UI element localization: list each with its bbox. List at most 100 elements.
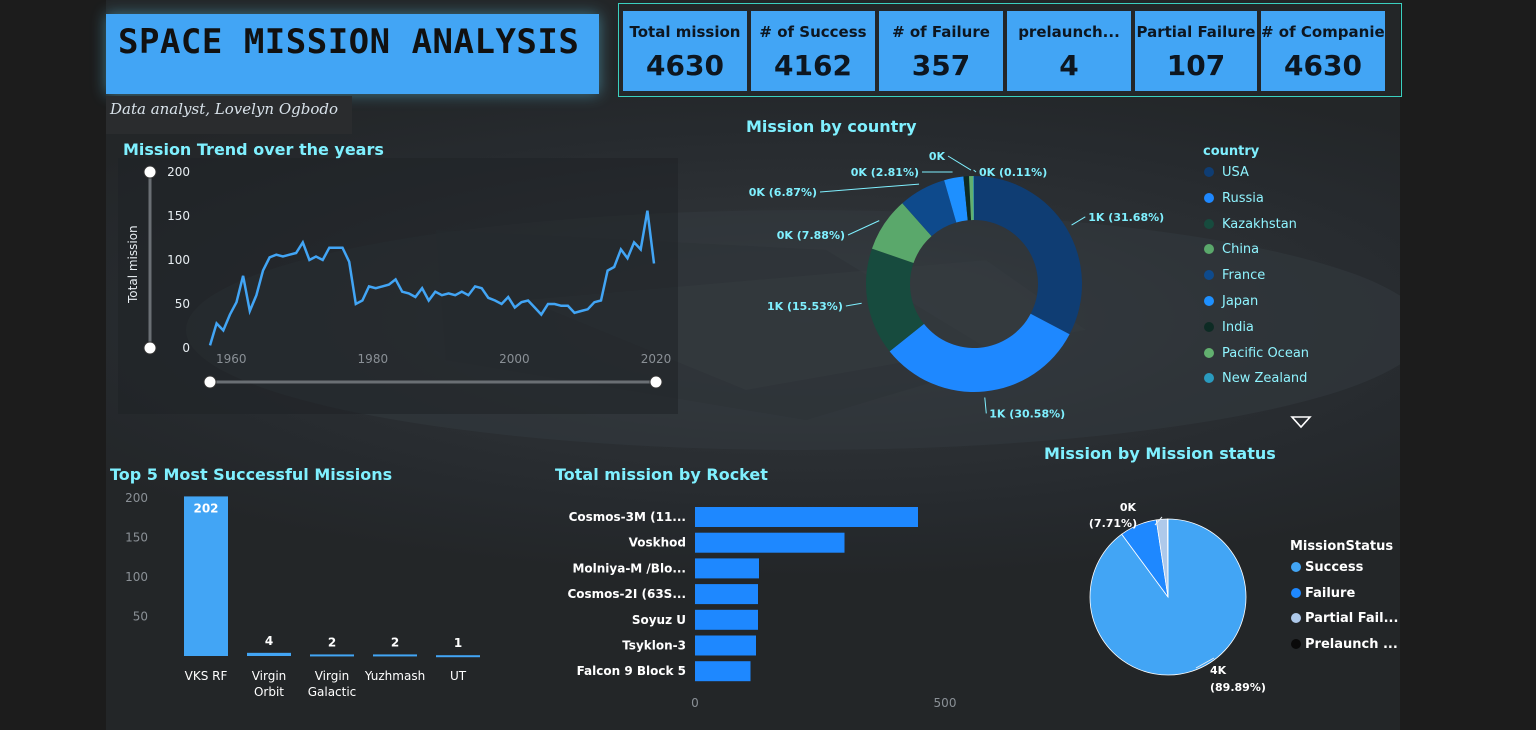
line-chart-title: Mission Trend over the years (123, 140, 384, 159)
y-tick-label: 50 (133, 610, 148, 624)
rocket-category-label: Cosmos-3M (11... (569, 510, 686, 524)
donut-data-label: 0K (6.87%) (749, 186, 817, 199)
top5-category-label: VKS RF (185, 669, 228, 683)
y-slider-max-handle[interactable] (143, 165, 157, 179)
top5-bar[interactable] (436, 655, 480, 658)
donut-leader-line (845, 302, 862, 307)
top5-bar[interactable] (373, 654, 417, 657)
rocket-x-ticks: 0 500 (691, 696, 956, 710)
y-slider-min-handle[interactable] (143, 341, 157, 355)
pie-data-label: 0K (1120, 501, 1137, 514)
rocket-bar[interactable] (695, 635, 756, 656)
kpi-label: # of Failure (892, 23, 990, 41)
x-tick-label: 1960 (216, 352, 247, 366)
kpi-prelaunch: prelaunch... 4 (1007, 11, 1131, 91)
country-chart-title: Mission by country (746, 117, 917, 136)
right-margin (1400, 0, 1536, 730)
kpi-total-mission: Total mission 4630 (623, 11, 747, 91)
rocket-category-label: Cosmos-2I (63S... (567, 587, 686, 601)
country-legend-item[interactable]: India (1204, 320, 1254, 335)
status-legend-item[interactable]: Success (1291, 560, 1363, 575)
top5-bar[interactable] (310, 654, 354, 657)
rocket-bar[interactable] (695, 609, 758, 630)
status-legend-item[interactable]: Partial Fail... (1291, 611, 1398, 626)
kpi-value: 4162 (774, 49, 852, 82)
legend-swatch (1204, 167, 1214, 177)
line-y-axis-label: Total mission (126, 225, 140, 304)
status-legend-item[interactable]: Prelaunch ... (1291, 637, 1398, 652)
legend-label: Pacific Ocean (1222, 345, 1310, 361)
rocket-category-label: Falcon 9 Block 5 (577, 664, 686, 678)
x-tick-label: 500 (934, 696, 957, 710)
left-margin (0, 0, 106, 730)
legend-swatch (1204, 244, 1214, 255)
country-legend-item[interactable]: Kazakhstan (1204, 217, 1297, 232)
legend-label: France (1222, 268, 1266, 284)
legend-label: Partial Fail... (1305, 611, 1399, 627)
mission-status-pie: 4K (89.89%) 0K (7.71%) (1089, 501, 1266, 694)
top5-bar[interactable] (184, 496, 228, 656)
country-legend-item[interactable]: Pacific Ocean (1204, 346, 1309, 361)
legend-swatch (1204, 296, 1214, 306)
top5-category-label: Yuzhmash (364, 669, 425, 683)
rocket-bar[interactable] (695, 532, 845, 553)
donut-data-label: 1K (30.58%) (989, 407, 1065, 420)
rocket-chart-title: Total mission by Rocket (555, 465, 768, 484)
y-tick-label: 50 (175, 297, 190, 311)
kpi-value: 4630 (646, 49, 724, 82)
kpi-label: Total mission (629, 23, 741, 41)
rocket-bar[interactable] (695, 661, 751, 682)
pie-data-label: (7.71%) (1089, 517, 1137, 530)
legend-swatch (1204, 373, 1214, 384)
mission-trend-chart: Total mission 0 50 100 150 200 1960 1980 2000 2… (118, 158, 678, 414)
donut-data-label: 0K (929, 150, 946, 163)
rocket-category-label: Voskhod (629, 536, 686, 550)
legend-label: Success (1305, 560, 1364, 575)
x-slider-max-handle[interactable] (649, 375, 663, 389)
pie-slices (1089, 518, 1247, 676)
top5-bar-value: 202 (193, 501, 218, 515)
legend-swatch (1291, 613, 1301, 624)
rocket-bar[interactable] (695, 507, 918, 527)
country-legend-item[interactable]: USA (1204, 165, 1249, 180)
country-donut-chart: 1K (31.68%) 1K (30.58%) 1K (15.53%) 0K (7.8… (749, 150, 1164, 420)
top5-bar-value: 2 (328, 635, 336, 649)
top5-chart-title: Top 5 Most Successful Missions (110, 465, 393, 484)
author-credit: Data analyst, Lovelyn Ogbodo (110, 100, 338, 118)
country-legend-item[interactable]: New Zealand (1204, 371, 1307, 386)
x-slider-min-handle[interactable] (203, 375, 217, 389)
dashboard-title: SPACE MISSION ANALYSIS (118, 22, 580, 62)
legend-swatch (1204, 321, 1214, 332)
donut-leader-line (819, 183, 920, 193)
top5-category-label: Orbit (254, 685, 284, 699)
country-legend-item[interactable]: France (1204, 268, 1265, 283)
rocket-missions-chart: Cosmos-3M (11... Voskhod Molniya-M /Blo...… (567, 507, 956, 710)
kpi-partial-failure: Partial Failure 107 (1135, 11, 1257, 91)
legend-swatch (1291, 587, 1301, 598)
legend-label: USA (1222, 165, 1249, 180)
legend-label: Failure (1305, 585, 1356, 601)
top5-bar[interactable] (247, 652, 291, 656)
country-legend-item[interactable]: China (1204, 242, 1259, 257)
rocket-bar[interactable] (695, 558, 759, 579)
status-legend-title: MissionStatus (1290, 539, 1394, 554)
donut-slice[interactable] (974, 176, 1082, 335)
donut-slices (866, 176, 1082, 392)
country-legend-item[interactable]: Japan (1204, 294, 1258, 309)
kpi-success: # of Success 4162 (751, 11, 875, 91)
country-legend-item[interactable]: Russia (1204, 191, 1264, 206)
kpi-value: 4 (1059, 49, 1079, 82)
donut-data-label: 0K (2.81%) (851, 166, 919, 179)
legend-swatch (1204, 347, 1214, 358)
top5-missions-chart: 50 100 150 200 202 VKS RF 4 Virgin Orbit 2 Virgin… (125, 491, 480, 699)
top5-bars: 202 VKS RF 4 Virgin Orbit 2 Virgin Galactic 2 Yuz… (184, 496, 480, 699)
status-legend-item[interactable]: Failure (1291, 586, 1355, 601)
rocket-category-label: Tsyklon-3 (622, 639, 686, 653)
y-tick-label: 200 (125, 491, 148, 505)
legend-scroll-down-icon[interactable] (1290, 414, 1312, 430)
author-credit-box: Data analyst, Lovelyn Ogbodo (106, 96, 352, 134)
donut-leader-line (973, 169, 977, 173)
kpi-label: # of Companies (1261, 23, 1385, 41)
kpi-value: 107 (1166, 49, 1226, 82)
rocket-bar[interactable] (695, 584, 758, 605)
